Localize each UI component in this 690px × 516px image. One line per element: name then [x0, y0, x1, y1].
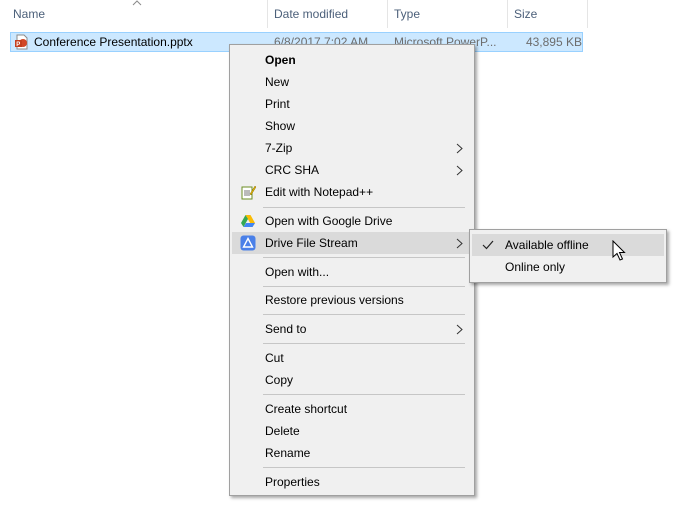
context-menu: Open New Print Show 7-Zip CRC SHA Edit w…	[229, 44, 475, 496]
column-divider[interactable]	[507, 0, 508, 28]
menu-separator	[263, 394, 465, 395]
mouse-pointer-icon	[612, 240, 626, 261]
column-date-modified[interactable]: Date modified	[274, 0, 348, 28]
svg-text:P: P	[16, 42, 20, 48]
menu-separator	[263, 257, 465, 258]
menu-separator	[263, 343, 465, 344]
column-size[interactable]: Size	[514, 0, 537, 28]
menu-separator	[263, 286, 465, 287]
menu-item-open[interactable]: Open	[232, 49, 472, 71]
column-divider[interactable]	[587, 0, 588, 28]
sort-ascending-icon	[132, 0, 142, 6]
column-name[interactable]: Name	[13, 0, 45, 28]
checkmark-icon	[482, 240, 494, 250]
chevron-right-icon	[456, 165, 463, 176]
menu-separator	[263, 467, 465, 468]
column-type[interactable]: Type	[394, 0, 420, 28]
chevron-right-icon	[456, 143, 463, 154]
chevron-right-icon	[456, 324, 463, 335]
menu-item-drive-file-stream[interactable]: Drive File Stream	[232, 232, 472, 254]
column-header: Name Date modified Type Size	[0, 0, 690, 28]
drive-file-stream-icon	[240, 235, 256, 251]
column-divider[interactable]	[387, 0, 388, 28]
menu-item-open-google-drive[interactable]: Open with Google Drive	[232, 210, 472, 232]
menu-item-edit-notepadpp[interactable]: Edit with Notepad++	[232, 181, 472, 203]
column-divider[interactable]	[267, 0, 268, 28]
menu-item-open-with[interactable]: Open with...	[232, 261, 472, 283]
pptx-file-icon: P	[15, 34, 28, 50]
menu-item-print[interactable]: Print	[232, 93, 472, 115]
menu-item-new[interactable]: New	[232, 71, 472, 93]
menu-item-copy[interactable]: Copy	[232, 369, 472, 391]
file-size: 43,895 KB	[525, 35, 582, 49]
menu-item-show[interactable]: Show	[232, 115, 472, 137]
menu-item-create-shortcut[interactable]: Create shortcut	[232, 398, 472, 420]
menu-item-restore-previous-versions[interactable]: Restore previous versions	[232, 289, 472, 311]
google-drive-icon	[241, 215, 255, 227]
menu-item-delete[interactable]: Delete	[232, 420, 472, 442]
menu-item-rename[interactable]: Rename	[232, 442, 472, 464]
menu-item-properties[interactable]: Properties	[232, 471, 472, 493]
drive-file-stream-submenu: Available offline Online only	[469, 229, 667, 283]
menu-separator	[263, 314, 465, 315]
menu-separator	[263, 207, 465, 208]
notepadpp-icon	[241, 185, 256, 200]
menu-item-cut[interactable]: Cut	[232, 347, 472, 369]
menu-item-crc-sha[interactable]: CRC SHA	[232, 159, 472, 181]
submenu-item-available-offline[interactable]: Available offline	[472, 234, 664, 256]
menu-item-7zip[interactable]: 7-Zip	[232, 137, 472, 159]
menu-item-send-to[interactable]: Send to	[232, 318, 472, 340]
chevron-right-icon	[456, 238, 463, 249]
submenu-item-online-only[interactable]: Online only	[472, 256, 664, 278]
